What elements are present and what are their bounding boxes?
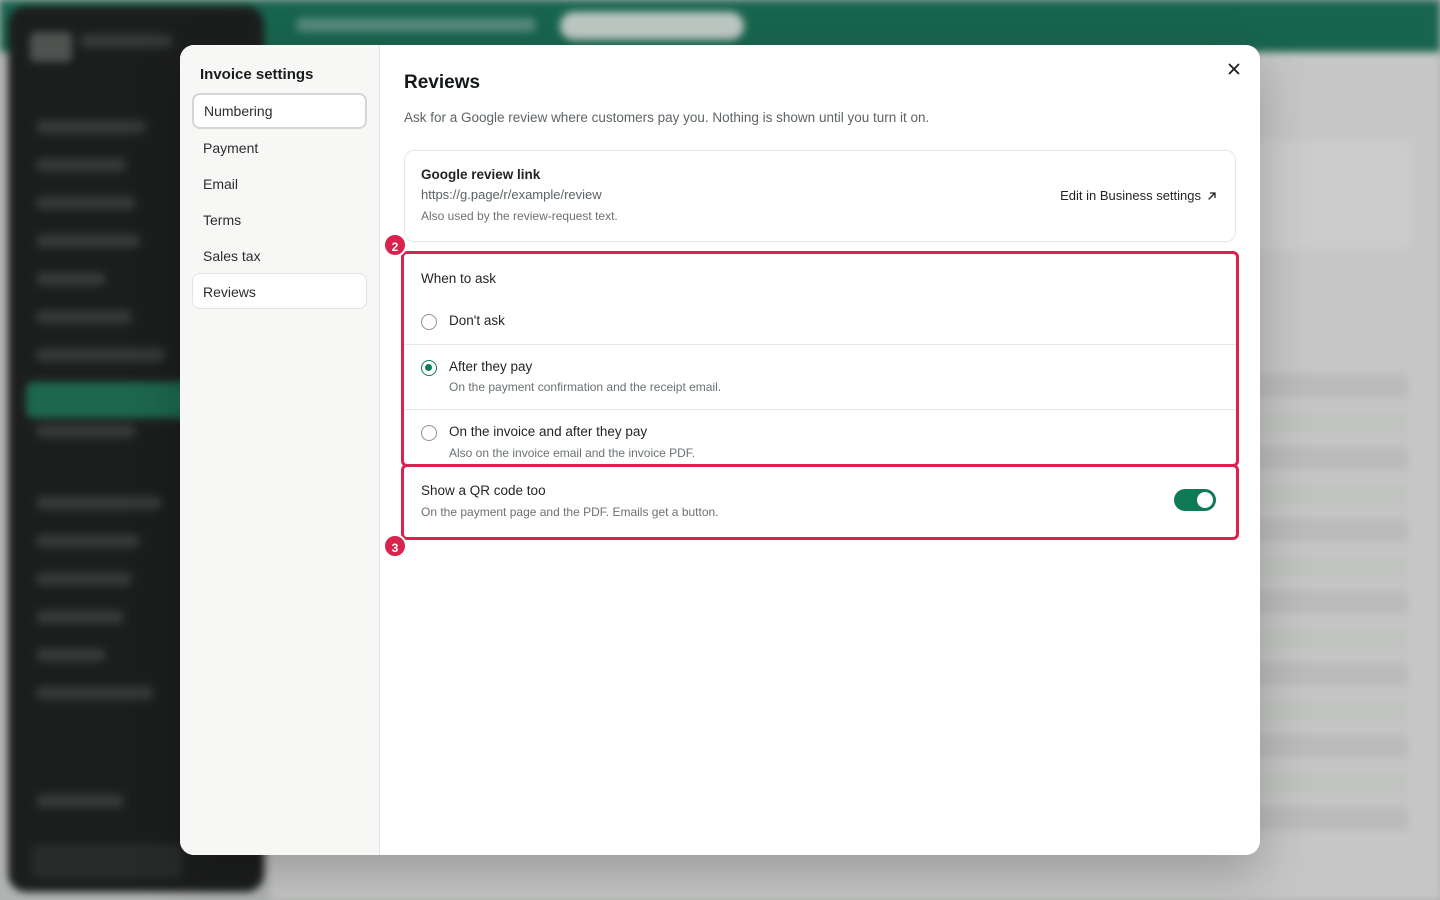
external-link-icon xyxy=(1208,191,1216,200)
google-review-link-card: Google review link https://g.page/r/exam… xyxy=(404,150,1236,242)
toggle-knob xyxy=(1197,492,1213,508)
reviews-panel: Reviews Ask for a Google review where cu… xyxy=(380,45,1260,855)
option-dont-ask[interactable]: Don't ask xyxy=(404,299,1236,344)
nav-item-email[interactable]: Email xyxy=(192,165,367,201)
nav-item-terms[interactable]: Terms xyxy=(192,201,367,237)
radio-invoice-and-after[interactable] xyxy=(421,425,437,441)
nav-item-numbering[interactable]: Numbering xyxy=(192,93,367,129)
option-label: After they pay xyxy=(449,359,533,374)
edit-link-label: Edit in Business settings xyxy=(1060,188,1201,203)
nav-item-sales-tax[interactable]: Sales tax xyxy=(192,237,367,273)
when-to-ask-group: When to ask Don't ask After they pay On … xyxy=(404,253,1236,465)
qr-code-toggle[interactable] xyxy=(1174,489,1216,511)
close-icon xyxy=(1228,63,1240,75)
annotation-badge-3: 3 xyxy=(383,534,407,558)
edit-in-business-settings-link[interactable]: Edit in Business settings xyxy=(1060,188,1217,203)
nav-item-reviews[interactable]: Reviews xyxy=(192,273,367,309)
qr-label: Show a QR code too xyxy=(421,483,546,498)
page-subtitle: Ask for a Google review where customers … xyxy=(404,110,930,125)
option-label: On the invoice and after they pay xyxy=(449,424,648,439)
when-to-ask-heading: When to ask xyxy=(421,271,497,286)
page-title: Reviews xyxy=(404,72,481,93)
settings-nav: Invoice settings Numbering Payment Email… xyxy=(180,45,380,855)
invoice-settings-dialog: Invoice settings Numbering Payment Email… xyxy=(180,45,1260,855)
nav-item-payment[interactable]: Payment xyxy=(192,129,367,165)
option-after-they-pay[interactable]: After they pay On the payment confirmati… xyxy=(404,345,1236,409)
option-label: Don't ask xyxy=(449,313,505,328)
qr-code-setting: Show a QR code too On the payment page a… xyxy=(404,469,1236,537)
review-link-label: Google review link xyxy=(421,167,541,182)
radio-after-they-pay[interactable] xyxy=(421,360,437,376)
annotation-badge-2: 2 xyxy=(383,233,407,257)
option-description: On the payment confirmation and the rece… xyxy=(449,380,722,394)
review-link-note: Also used by the review-request text. xyxy=(421,209,618,223)
radio-dont-ask[interactable] xyxy=(421,314,437,330)
close-button[interactable] xyxy=(1222,57,1246,81)
option-description: Also on the invoice email and the invoic… xyxy=(449,446,696,460)
nav-title: Invoice settings xyxy=(200,66,314,83)
option-invoice-and-after[interactable]: On the invoice and after they pay Also o… xyxy=(404,410,1236,465)
qr-description: On the payment page and the PDF. Emails … xyxy=(421,505,719,519)
